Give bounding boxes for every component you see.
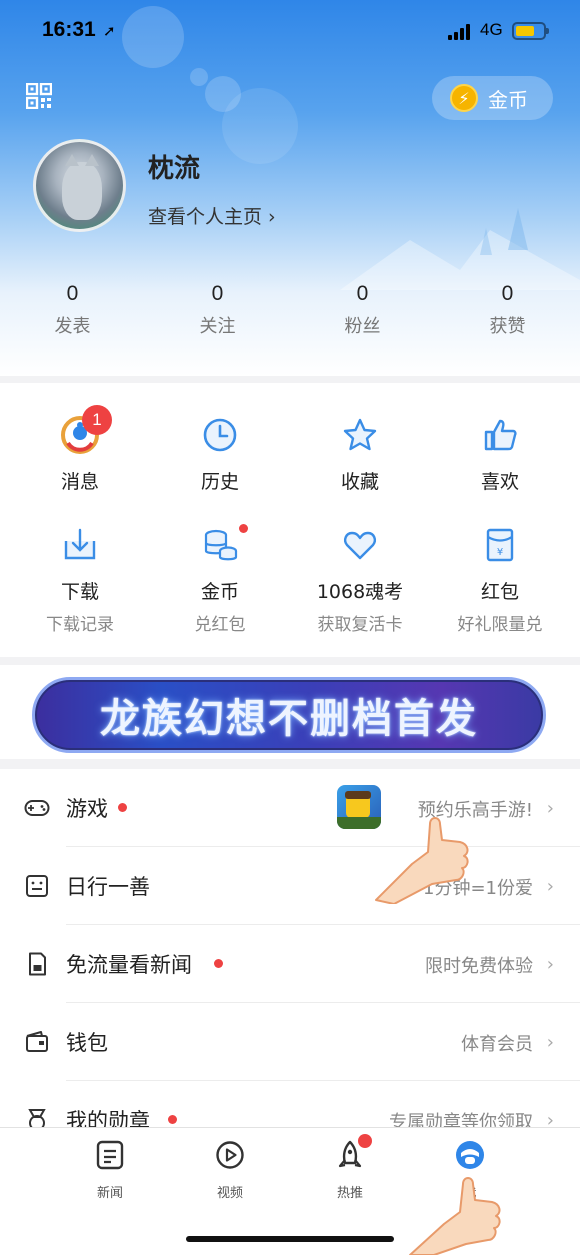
promo-banner[interactable]: 龙族幻想不删档首发 — [32, 677, 546, 753]
coin-icon: ⚡ — [450, 84, 478, 112]
coins-icon — [204, 529, 238, 561]
grid-item-favorites[interactable]: 收藏 — [290, 415, 430, 494]
free-data-notification-dot — [214, 959, 223, 968]
banner-area: 龙族幻想不删档首发 — [0, 665, 580, 759]
grid-item-revive-card[interactable]: 1068魂考 获取复活卡 — [290, 525, 430, 635]
list-item-free-data-news[interactable]: 免流量看新闻 限时免费体验 › — [0, 925, 580, 1003]
pointing-hand-icon — [375, 817, 469, 904]
list-item-charity[interactable]: 日行一善 1分钟=1份爱 › — [0, 847, 580, 925]
coins-notification-dot — [239, 524, 248, 533]
video-icon — [216, 1141, 244, 1169]
clock-icon — [203, 418, 237, 452]
landscape-decoration — [340, 208, 580, 290]
tab-video[interactable]: 视频 — [190, 1140, 270, 1201]
pointing-hand-icon — [409, 1177, 501, 1255]
medals-notification-dot — [168, 1115, 177, 1124]
chevron-right-icon: › — [546, 798, 554, 819]
heart-icon — [344, 531, 376, 560]
status-bar: 16:31 ➚ 4G — [0, 0, 580, 64]
grid-item-history[interactable]: 历史 — [150, 415, 290, 494]
coins-button-label: 金币 — [488, 87, 528, 112]
battery-icon — [512, 22, 549, 40]
stat-posts[interactable]: 0 发表 — [0, 282, 145, 338]
menu-list: 游戏 预约乐高手游! › 日行一善 1分钟=1份爱 › 免流量看新闻 限时免费体… — [0, 769, 580, 1159]
chevron-right-icon: › — [546, 1032, 554, 1053]
chevron-right-icon: › — [546, 954, 554, 975]
grid-item-likes[interactable]: 喜欢 — [430, 415, 570, 494]
wallet-icon — [26, 1031, 48, 1052]
grid-item-red-envelope[interactable]: ¥ 红包 好礼限量兑 — [430, 525, 570, 635]
coins-button[interactable]: ⚡ 金币 — [432, 76, 553, 120]
status-time: 16:31 — [42, 18, 96, 41]
avatar[interactable] — [33, 139, 126, 232]
news-icon — [96, 1140, 124, 1170]
thumbs-up-icon — [484, 419, 517, 451]
tab-news[interactable]: 新闻 — [70, 1140, 150, 1201]
list-item-games[interactable]: 游戏 预约乐高手游! › — [0, 769, 580, 847]
grid-item-messages[interactable]: 消息 — [10, 415, 150, 494]
charity-icon — [26, 875, 48, 897]
view-profile-link[interactable]: 查看个人主页 › — [148, 202, 276, 229]
tab-trending[interactable]: 热推 — [310, 1140, 390, 1201]
trending-notification-dot — [358, 1134, 372, 1148]
chevron-right-icon: › — [546, 876, 554, 897]
location-arrow-icon: ➚ — [103, 22, 116, 40]
download-icon — [64, 528, 96, 560]
grid-item-download[interactable]: 下载 下载记录 — [10, 525, 150, 635]
svg-text:¥: ¥ — [497, 547, 503, 558]
home-indicator[interactable] — [186, 1236, 394, 1242]
grid-item-coins[interactable]: 金币 兑红包 — [150, 525, 290, 635]
stat-following[interactable]: 0 关注 — [145, 282, 290, 338]
network-type: 4G — [480, 20, 503, 39]
stats-row: 0 发表 0 关注 0 粉丝 0 获赞 — [0, 282, 580, 338]
signal-icon — [448, 24, 474, 40]
games-notification-dot — [118, 803, 127, 812]
stat-likes[interactable]: 0 获赞 — [435, 282, 580, 338]
qr-code-icon[interactable] — [26, 83, 52, 109]
stat-fans[interactable]: 0 粉丝 — [290, 282, 435, 338]
red-envelope-icon: ¥ — [486, 528, 514, 562]
username[interactable]: 枕流 — [148, 148, 200, 185]
message-count-badge: 1 — [82, 405, 112, 435]
promo-banner-text: 龙族幻想不删档首发 — [100, 696, 478, 742]
gamepad-icon — [24, 800, 50, 816]
sim-card-icon — [29, 952, 46, 976]
list-item-wallet[interactable]: 钱包 体育会员 › — [0, 1003, 580, 1081]
star-icon — [343, 418, 377, 451]
